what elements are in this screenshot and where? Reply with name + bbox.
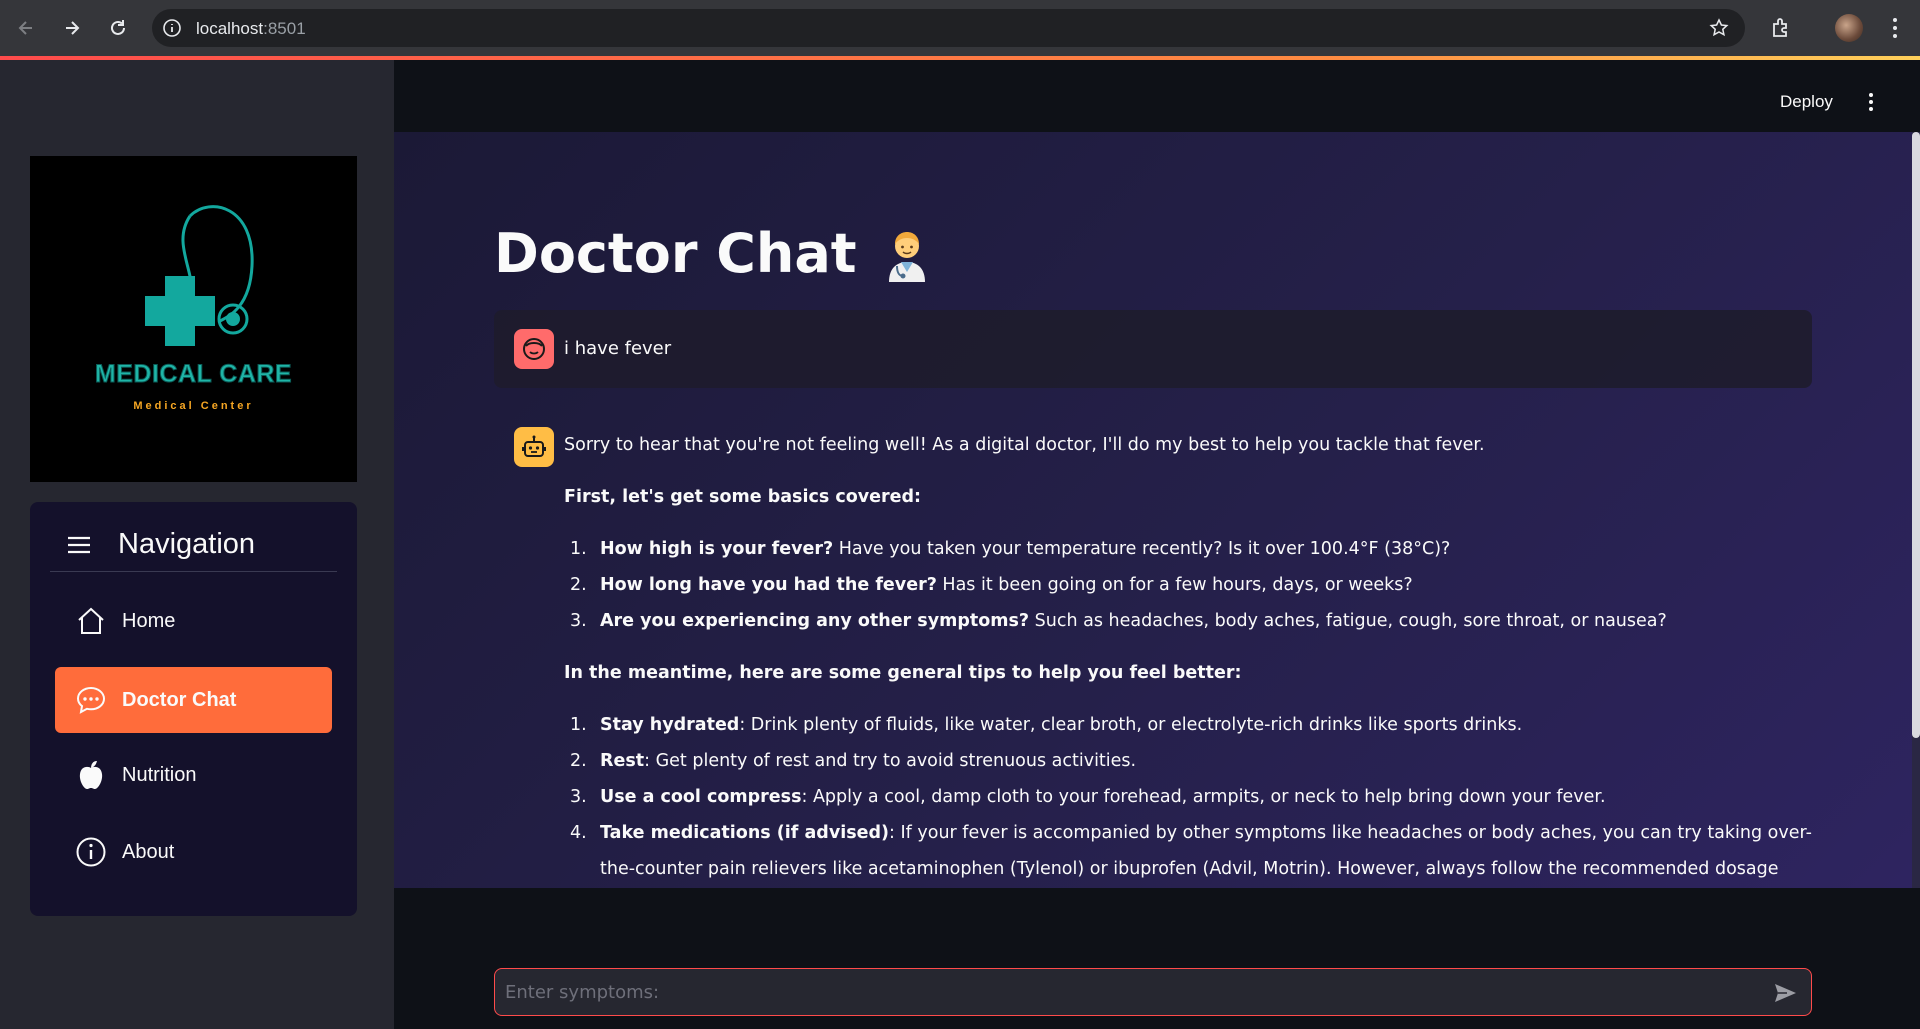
site-info-icon[interactable]: [162, 18, 182, 38]
sidebar: MEDICAL CARE Medical Center Navigation H…: [0, 60, 394, 1029]
list-item: 1. How high is your fever? Have you taken…: [570, 539, 1451, 559]
url-host: localhost: [196, 19, 264, 38]
chat-input-container: [494, 968, 1812, 1016]
scrollbar-thumb[interactable]: [1912, 132, 1920, 738]
chat-input-area: [394, 888, 1920, 1029]
list-item: 3. Are you experiencing any other symptom…: [570, 611, 1667, 631]
list-item: 3. Use a cool compress: Apply a cool, dam…: [570, 787, 1606, 807]
basics-heading: First, let's get some basics covered:: [564, 487, 922, 507]
logo-title: MEDICAL CARE: [94, 360, 293, 389]
nav-item-doctor-chat[interactable]: Doctor Chat: [55, 667, 332, 733]
logo-subtitle: Medical Center: [133, 400, 254, 412]
nav-item-about[interactable]: About: [55, 819, 332, 885]
forward-icon[interactable]: [56, 12, 88, 44]
reload-icon[interactable]: [102, 12, 134, 44]
tips-heading: In the meantime, here are some general t…: [564, 663, 1242, 683]
tips-list: 1. Stay hydrated: Drink plenty of fluids,…: [564, 707, 1814, 888]
stethoscope-cross-icon: [145, 205, 254, 346]
address-bar[interactable]: localhost:8501: [152, 9, 1745, 47]
chat-bubble-icon: [75, 684, 107, 716]
url-port: :8501: [263, 19, 306, 38]
send-icon[interactable]: [1773, 981, 1797, 1005]
assistant-message: Sorry to hear that you're not feeling we…: [564, 427, 1814, 888]
nav-item-label: Nutrition: [122, 763, 197, 786]
list-item: 1. Stay hydrated: Drink plenty of fluids,…: [570, 715, 1523, 735]
deploy-button[interactable]: Deploy: [1780, 92, 1833, 112]
main-area: Deploy Doctor Chat i have fever Sorry to…: [394, 60, 1920, 1029]
nav-item-label: About: [122, 840, 175, 863]
bookmark-star-icon[interactable]: [1709, 18, 1729, 38]
user-message-text: i have fever: [564, 338, 672, 359]
main-menu-icon[interactable]: [1868, 92, 1874, 112]
extensions-icon[interactable]: [1770, 16, 1794, 40]
nav-item-nutrition[interactable]: Nutrition: [55, 742, 332, 808]
profile-avatar[interactable]: [1835, 14, 1863, 42]
info-circle-icon: [75, 836, 107, 868]
questions-list: 1. How high is your fever? Have you taken…: [564, 531, 1814, 639]
user-avatar: [514, 329, 554, 369]
robot-icon: [522, 435, 546, 457]
house-icon: [75, 605, 107, 637]
health-worker-emoji: [888, 231, 925, 282]
nav-item-home[interactable]: Home: [55, 588, 332, 654]
navigation-header: Navigation: [50, 520, 337, 572]
user-message: i have fever: [494, 310, 1812, 388]
medical-care-logo: MEDICAL CARE Medical Center: [30, 156, 357, 482]
back-icon[interactable]: [10, 12, 42, 44]
browser-toolbar: localhost:8501: [0, 0, 1920, 56]
page-title-text: Doctor Chat: [494, 222, 857, 285]
nav-item-label: Home: [122, 609, 176, 632]
list-item: 2. How long have you had the fever? Has i…: [570, 575, 1413, 595]
url-text: localhost:8501: [196, 19, 306, 39]
symptoms-input[interactable]: [505, 969, 1755, 1015]
hamburger-menu-icon: [68, 536, 90, 554]
list-item: 4. Take medications (if advised): If your…: [570, 823, 1812, 879]
chat-content: Doctor Chat i have fever Sorry to hear t…: [394, 132, 1912, 888]
page-title: Doctor Chat: [494, 222, 931, 285]
nav-item-label: Doctor Chat: [122, 688, 237, 711]
navigation-menu: Navigation Home Doctor Chat Nutrition Ab: [30, 502, 357, 916]
assistant-intro: Sorry to hear that you're not feeling we…: [564, 435, 1485, 455]
user-face-icon: [523, 338, 545, 360]
app-header: Deploy: [394, 60, 1920, 132]
assistant-avatar: [514, 427, 554, 467]
browser-menu-icon[interactable]: [1892, 16, 1898, 40]
list-item: 2. Rest: Get plenty of rest and try to av…: [570, 751, 1137, 771]
navigation-title: Navigation: [118, 528, 256, 560]
apple-icon: [75, 759, 107, 791]
